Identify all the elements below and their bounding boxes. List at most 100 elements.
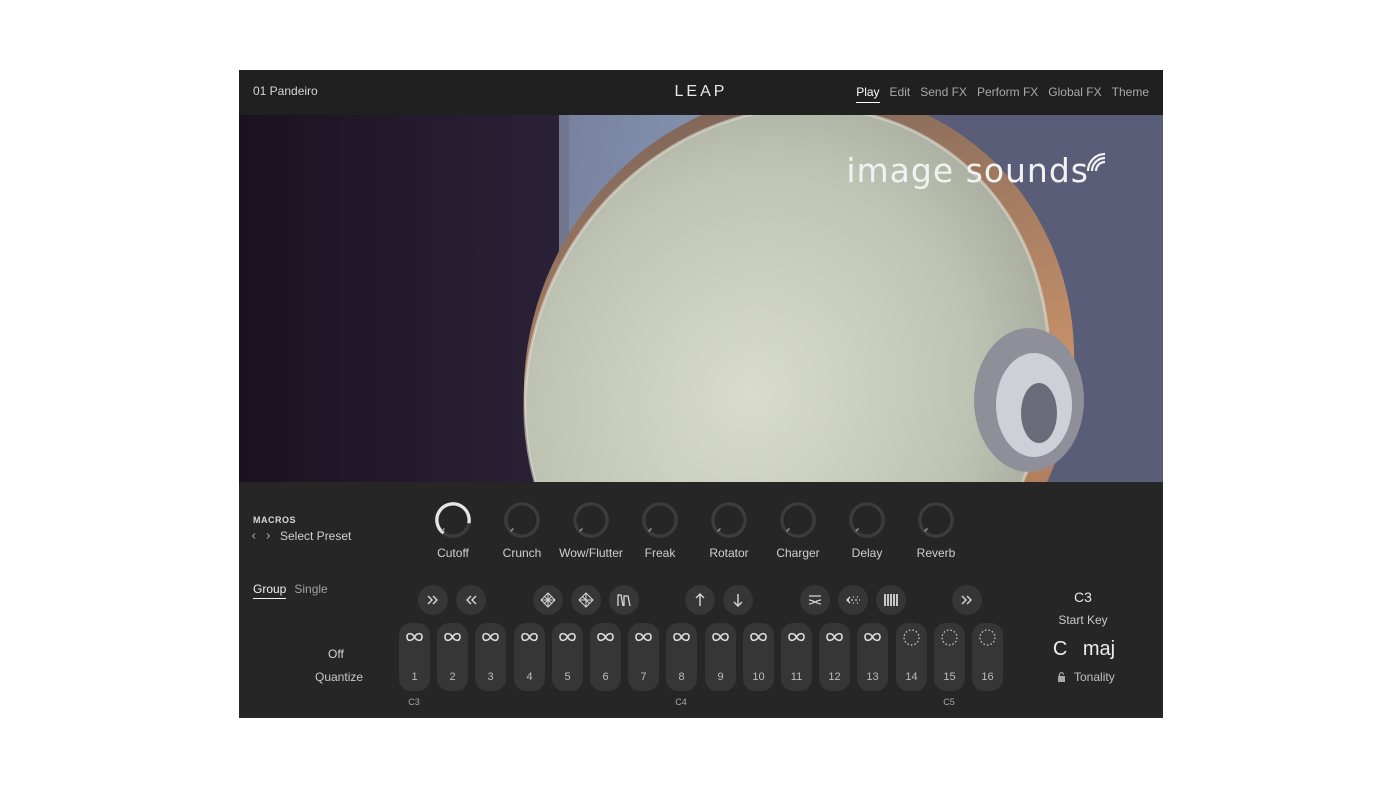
tab-group[interactable]: Group xyxy=(253,582,287,599)
knob-dial[interactable] xyxy=(917,501,955,539)
dotted-circle-icon xyxy=(941,629,958,646)
pad-12[interactable]: 12 xyxy=(819,623,850,691)
pad-11[interactable]: 11 xyxy=(781,623,812,691)
pattern-button-envelope-shape[interactable] xyxy=(609,585,639,615)
pad-number: 9 xyxy=(717,671,724,683)
grid-diamond-alt-icon xyxy=(578,592,594,608)
knob-dial[interactable] xyxy=(779,501,817,539)
knob-label: Cutoff xyxy=(437,546,469,560)
double-chevron-right-icon xyxy=(427,595,438,605)
knob-label: Reverb xyxy=(916,546,956,560)
pad-8[interactable]: 8 xyxy=(666,623,697,691)
tonality-value[interactable]: C maj xyxy=(1039,638,1129,661)
knob-rotator[interactable]: Rotator xyxy=(694,501,764,560)
pad-15[interactable]: 15 xyxy=(934,623,965,691)
pad-number: 7 xyxy=(640,671,647,683)
tab-single[interactable]: Single xyxy=(294,582,327,599)
note-label-c4: C4 xyxy=(675,697,687,707)
infinity-icon xyxy=(444,632,461,642)
tab-send-fx[interactable]: Send FX xyxy=(920,85,967,103)
knob-delay[interactable]: Delay xyxy=(832,501,902,560)
pad-number: 16 xyxy=(981,671,994,683)
infinity-icon xyxy=(521,632,538,642)
pattern-button-bars[interactable] xyxy=(876,585,906,615)
knob-freak[interactable]: Freak xyxy=(625,501,695,560)
pad-number: 5 xyxy=(564,671,571,683)
double-chevron-right-icon xyxy=(961,595,972,605)
pad-number: 3 xyxy=(487,671,494,683)
knob-crunch[interactable]: Crunch xyxy=(487,501,557,560)
pattern-button-double-chevron-right[interactable] xyxy=(418,585,448,615)
tonality-row: Tonality xyxy=(1057,670,1115,684)
dotted-circle-icon xyxy=(979,629,996,646)
tab-play[interactable]: Play xyxy=(856,85,880,103)
bars-icon xyxy=(884,594,898,606)
pattern-button-grid-diamond[interactable] xyxy=(533,585,563,615)
pad-number: 1 xyxy=(411,671,418,683)
pad-number: 6 xyxy=(602,671,609,683)
chevron-left-icon[interactable] xyxy=(252,529,260,543)
tab-perform-fx[interactable]: Perform FX xyxy=(977,85,1038,103)
knob-label: Freak xyxy=(644,546,676,560)
knob-dial[interactable] xyxy=(503,501,541,539)
pattern-button-arrow-up[interactable] xyxy=(685,585,715,615)
knob-dial[interactable] xyxy=(848,501,886,539)
knob-dial[interactable] xyxy=(572,501,610,539)
knob-label: Wow/Flutter xyxy=(559,546,623,560)
pad-7[interactable]: 7 xyxy=(628,623,659,691)
pattern-button-arrow-down[interactable] xyxy=(723,585,753,615)
lock-icon[interactable] xyxy=(1057,672,1066,682)
pad-9[interactable]: 9 xyxy=(705,623,736,691)
infinity-icon xyxy=(712,632,729,642)
svg-text:LEAP: LEAP xyxy=(675,83,728,100)
swap-lines-icon xyxy=(808,595,822,605)
tab-theme[interactable]: Theme xyxy=(1112,85,1149,103)
double-chevron-left-icon xyxy=(466,595,477,605)
infinity-icon xyxy=(559,632,576,642)
infinity-icon xyxy=(597,632,614,642)
pad-number: 12 xyxy=(828,671,841,683)
pad-10[interactable]: 10 xyxy=(743,623,774,691)
knob-wow-flutter[interactable]: Wow/Flutter xyxy=(556,501,626,560)
knob-charger[interactable]: Charger xyxy=(763,501,833,560)
pad-16[interactable]: 16 xyxy=(972,623,1003,691)
tab-global-fx[interactable]: Global FX xyxy=(1048,85,1101,103)
pad-3[interactable]: 3 xyxy=(475,623,506,691)
knob-label: Delay xyxy=(851,546,883,560)
knob-reverb[interactable]: Reverb xyxy=(901,501,971,560)
knob-dial[interactable] xyxy=(434,501,472,539)
quantize-label: Quantize xyxy=(315,670,364,684)
arrow-up-icon xyxy=(695,593,705,606)
pad-2[interactable]: 2 xyxy=(437,623,468,691)
pad-5[interactable]: 5 xyxy=(552,623,583,691)
tab-edit[interactable]: Edit xyxy=(890,85,911,103)
pad-number: 14 xyxy=(905,671,918,683)
instrument-artwork: image sounds xyxy=(239,115,1163,482)
pad-number: 4 xyxy=(526,671,533,683)
pattern-button-double-chevron-right[interactable] xyxy=(952,585,982,615)
pad-1[interactable]: 1 xyxy=(399,623,430,691)
pad-number: 11 xyxy=(790,671,803,683)
pad-4[interactable]: 4 xyxy=(514,623,545,691)
infinity-icon xyxy=(673,632,690,642)
pad-14[interactable]: 14 xyxy=(896,623,927,691)
pad-6[interactable]: 6 xyxy=(590,623,621,691)
start-key-value[interactable]: C3 xyxy=(1057,589,1109,605)
header-bar: 01 Pandeiro LEAP Play Edit Send FX Perfo… xyxy=(239,70,1163,115)
knob-cutoff[interactable]: Cutoff xyxy=(418,501,488,560)
knob-dial[interactable] xyxy=(710,501,748,539)
preset-name[interactable]: 01 Pandeiro xyxy=(253,84,318,98)
pattern-button-dotted-arrow[interactable] xyxy=(838,585,868,615)
pattern-button-double-chevron-left[interactable] xyxy=(456,585,486,615)
pattern-button-swap-lines[interactable] xyxy=(800,585,830,615)
infinity-icon xyxy=(864,632,881,642)
knob-label: Rotator xyxy=(709,546,749,560)
chevron-right-icon[interactable] xyxy=(266,529,274,543)
pattern-button-grid-diamond-alt[interactable] xyxy=(571,585,601,615)
infinity-icon xyxy=(406,632,423,642)
pad-13[interactable]: 13 xyxy=(857,623,888,691)
select-preset-label[interactable]: Select Preset xyxy=(280,529,351,543)
knob-dial[interactable] xyxy=(641,501,679,539)
quantize-value[interactable]: Off xyxy=(328,647,344,661)
brand-logo-text: image sounds xyxy=(846,151,1089,190)
